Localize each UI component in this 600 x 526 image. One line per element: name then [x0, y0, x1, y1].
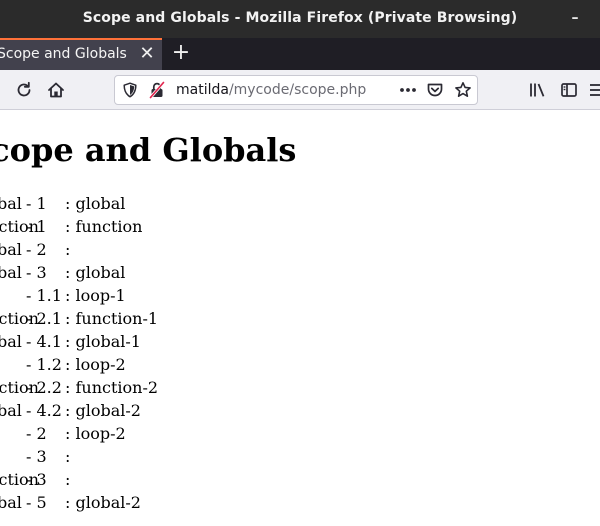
- row-value: : global-1: [65, 332, 141, 351]
- output-row: function- 2.2: function-2: [0, 378, 600, 401]
- site-security-button[interactable]: [146, 79, 168, 101]
- row-number: - 1: [26, 217, 47, 236]
- window-title: Scope and Globals - Mozilla Firefox (Pri…: [82, 10, 518, 26]
- output-row: global- 3 : global: [0, 263, 600, 286]
- page-heading: Scope and Globals: [0, 131, 297, 169]
- output-row: function- 1: function: [0, 217, 600, 240]
- row-value: : function-2: [65, 378, 159, 397]
- row-number: - 3: [26, 447, 47, 466]
- row-value: : loop-2: [65, 355, 126, 374]
- page-actions-button[interactable]: [397, 79, 419, 101]
- row-value: : function-1: [65, 309, 159, 328]
- row-scope: global: [0, 263, 22, 282]
- row-number: - 4.2: [26, 401, 62, 420]
- row-value: :: [65, 470, 71, 489]
- output-row: function- 2.1: function-1: [0, 309, 600, 332]
- close-tab-button[interactable]: ✕: [137, 44, 157, 64]
- new-tab-button[interactable]: +: [169, 41, 193, 65]
- hamburger-menu-icon: [590, 84, 600, 96]
- row-number: - 1.2: [26, 355, 62, 374]
- row-number: - 2: [26, 240, 47, 259]
- row-number: - 2.2: [26, 378, 62, 397]
- home-button[interactable]: [44, 78, 68, 102]
- tracking-protection-button[interactable]: [119, 79, 141, 101]
- output-list: global- 1: globalfunction- 1: functiongl…: [0, 194, 600, 516]
- output-row: global- 1 : global: [0, 194, 600, 217]
- output-row: - 1.2: loop-2: [0, 355, 600, 378]
- url-path: /mycode/scope.php: [228, 82, 367, 98]
- library-icon: [530, 83, 545, 97]
- pocket-icon: [427, 83, 443, 97]
- output-row: function- 3:: [0, 470, 600, 493]
- row-value: : loop-1: [65, 286, 126, 305]
- row-value: :: [65, 447, 71, 466]
- row-number: - 4.1: [26, 332, 62, 351]
- star-icon: [455, 82, 471, 97]
- reload-icon: [17, 81, 31, 97]
- row-value: : global-2: [65, 401, 141, 420]
- sidebar-toggle-button[interactable]: [557, 78, 581, 102]
- row-value: : global-2: [65, 493, 141, 512]
- sidebar-icon: [561, 83, 577, 97]
- shield-icon: [123, 82, 137, 98]
- home-icon: [48, 82, 64, 98]
- insecure-lock-icon: [149, 81, 165, 99]
- reload-button[interactable]: [12, 78, 36, 102]
- app-menu-button[interactable]: [585, 78, 600, 102]
- tab-label: Scope and Globals: [0, 46, 127, 62]
- output-row: global- 4.1: global-1: [0, 332, 600, 355]
- output-row: - 1.1: loop-1: [0, 286, 600, 309]
- bookmark-page-button[interactable]: [452, 79, 474, 101]
- row-scope: global: [0, 194, 22, 213]
- window-titlebar: Scope and Globals - Mozilla Firefox (Pri…: [0, 0, 600, 38]
- navigation-toolbar: matilda/mycode/scope.php: [0, 70, 600, 110]
- address-bar[interactable]: matilda/mycode/scope.php: [114, 75, 478, 105]
- row-value: : function: [65, 217, 143, 236]
- save-to-pocket-button[interactable]: [424, 79, 446, 101]
- row-number: - 3: [26, 470, 47, 489]
- url-host: matilda: [176, 82, 229, 98]
- row-value: : global: [65, 194, 126, 213]
- tab-scope-and-globals[interactable]: Scope and Globals ✕: [0, 38, 162, 70]
- url-text[interactable]: matilda/mycode/scope.php: [176, 82, 366, 98]
- row-number: - 2.1: [26, 309, 62, 328]
- output-row: global- 2:: [0, 240, 600, 263]
- row-number: - 5: [26, 493, 47, 512]
- minimize-button[interactable]: –: [568, 10, 582, 26]
- row-value: : loop-2: [65, 424, 126, 443]
- row-number: - 3: [26, 263, 47, 282]
- more-actions-icon: [400, 88, 416, 92]
- row-scope: global: [0, 240, 22, 259]
- output-row: global- 4.2: global-2: [0, 401, 600, 424]
- row-scope: global: [0, 401, 22, 420]
- row-number: - 1.1: [26, 286, 62, 305]
- tab-strip: Scope and Globals ✕ +: [0, 38, 600, 70]
- row-value: :: [65, 240, 71, 259]
- page-content: Scope and Globals global- 1: globalfunct…: [0, 111, 600, 526]
- output-row: global- 5 : global-2: [0, 493, 600, 516]
- library-button[interactable]: [525, 78, 549, 102]
- row-scope: global: [0, 493, 22, 512]
- output-row: - 3:: [0, 447, 600, 470]
- row-scope: global: [0, 332, 22, 351]
- row-value: : global: [65, 263, 126, 282]
- output-row: - 2 : loop-2: [0, 424, 600, 447]
- row-number: - 2: [26, 424, 47, 443]
- row-number: - 1: [26, 194, 47, 213]
